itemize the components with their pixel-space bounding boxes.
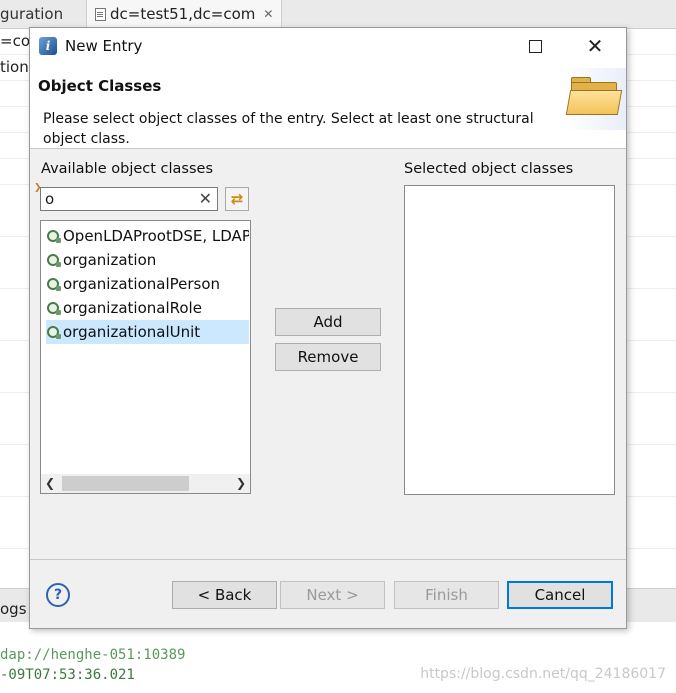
- refresh-icon: ⇄: [230, 190, 244, 208]
- list-item[interactable]: organizationalPerson: [46, 272, 249, 296]
- close-icon: ✕: [586, 34, 604, 58]
- object-class-icon: [47, 326, 61, 339]
- folder-icon: [565, 68, 626, 130]
- dialog-title: New Entry: [65, 37, 143, 55]
- dialog-title-bar[interactable]: i New Entry ✕: [30, 28, 626, 64]
- list-item-label: OpenLDAProotDSE, LDAP: [63, 227, 249, 245]
- list-item-label: organizationalUnit: [63, 323, 201, 341]
- object-class-icon: [47, 254, 61, 267]
- object-class-icon: [47, 230, 61, 243]
- app-icon: i: [39, 37, 57, 55]
- available-classes-list[interactable]: OpenLDAProotDSE, LDAP organization organ…: [40, 220, 251, 494]
- selected-classes-list[interactable]: [404, 185, 615, 495]
- document-icon: [95, 7, 106, 21]
- selected-classes-label: Selected object classes: [404, 161, 574, 177]
- list-item[interactable]: organizationalRole: [46, 296, 249, 320]
- reload-schema-button[interactable]: ⇄: [225, 187, 249, 211]
- object-class-icon: [47, 278, 61, 291]
- page-description: Please select object classes of the entr…: [43, 111, 534, 147]
- filter-input-value: o: [45, 190, 55, 208]
- add-button[interactable]: Add: [275, 308, 381, 336]
- maximize-icon: [528, 39, 542, 53]
- console-line: dap://henghe-051:10389: [0, 647, 186, 663]
- editor-tab-configuration[interactable]: guration: [0, 5, 63, 23]
- footer-separator: [30, 559, 626, 560]
- scrollbar-thumb[interactable]: [62, 476, 189, 491]
- console-line: -09T07:53:36.021: [0, 667, 135, 683]
- next-button[interactable]: Next >: [280, 581, 385, 609]
- available-classes-label: Available object classes: [41, 161, 214, 177]
- list-item[interactable]: organization: [46, 248, 249, 272]
- cancel-button[interactable]: Cancel: [507, 581, 613, 609]
- clear-filter-icon[interactable]: ✕: [199, 189, 212, 208]
- object-class-icon: [47, 302, 61, 315]
- list-item-label: organization: [63, 251, 157, 269]
- watermark: https://blog.csdn.net/qq_24186017: [420, 666, 666, 682]
- editor-tab-entry-label: dc=test51,dc=com: [110, 5, 256, 23]
- bottom-tab-logs[interactable]: ogs: [0, 600, 27, 618]
- background-row-text: tion: [0, 58, 29, 76]
- remove-button[interactable]: Remove: [275, 343, 381, 371]
- list-item-label: organizationalRole: [63, 299, 202, 317]
- editor-tab-entry[interactable]: dc=test51,dc=com ✕: [86, 0, 283, 28]
- scroll-right-icon[interactable]: ❯: [232, 474, 250, 493]
- editor-tab-bar: guration dc=test51,dc=com ✕: [0, 0, 676, 29]
- filter-input[interactable]: o ✕: [40, 187, 218, 211]
- finish-button[interactable]: Finish: [394, 581, 499, 609]
- close-tab-icon[interactable]: ✕: [263, 7, 273, 21]
- new-entry-dialog: i New Entry ✕ Object Classes Please sele…: [29, 27, 627, 629]
- close-button[interactable]: ✕: [572, 28, 618, 64]
- list-item[interactable]: organizationalUnit: [46, 320, 249, 344]
- maximize-button[interactable]: [512, 28, 558, 64]
- back-button[interactable]: < Back: [172, 581, 277, 609]
- list-item[interactable]: OpenLDAProotDSE, LDAP: [46, 224, 249, 248]
- list-item-label: organizationalPerson: [63, 275, 221, 293]
- scroll-left-icon[interactable]: ❮: [41, 474, 59, 493]
- wizard-header: Object Classes Please select object clas…: [30, 64, 626, 149]
- help-icon[interactable]: ?: [46, 583, 70, 607]
- horizontal-scrollbar[interactable]: ❮ ❯: [41, 474, 250, 493]
- page-title: Object Classes: [38, 77, 162, 95]
